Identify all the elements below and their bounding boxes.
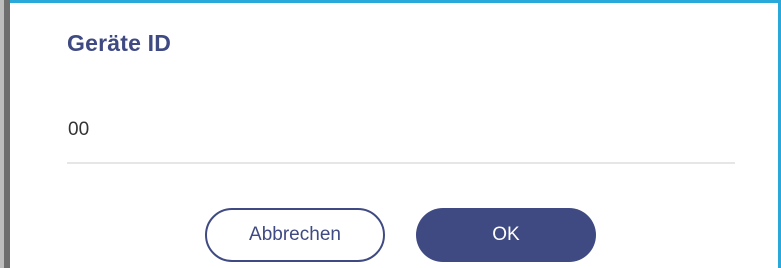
device-id-input[interactable]: 00	[68, 119, 89, 141]
ok-button[interactable]: OK	[416, 208, 596, 262]
dialog-title: Geräte ID	[67, 30, 172, 56]
window-top-border	[0, 0, 781, 3]
device-id-dialog: Geräte ID 00 Abbrechen OK	[0, 0, 781, 268]
input-underline	[67, 162, 735, 164]
left-edge-bar	[4, 0, 10, 268]
cancel-button[interactable]: Abbrechen	[205, 208, 385, 262]
